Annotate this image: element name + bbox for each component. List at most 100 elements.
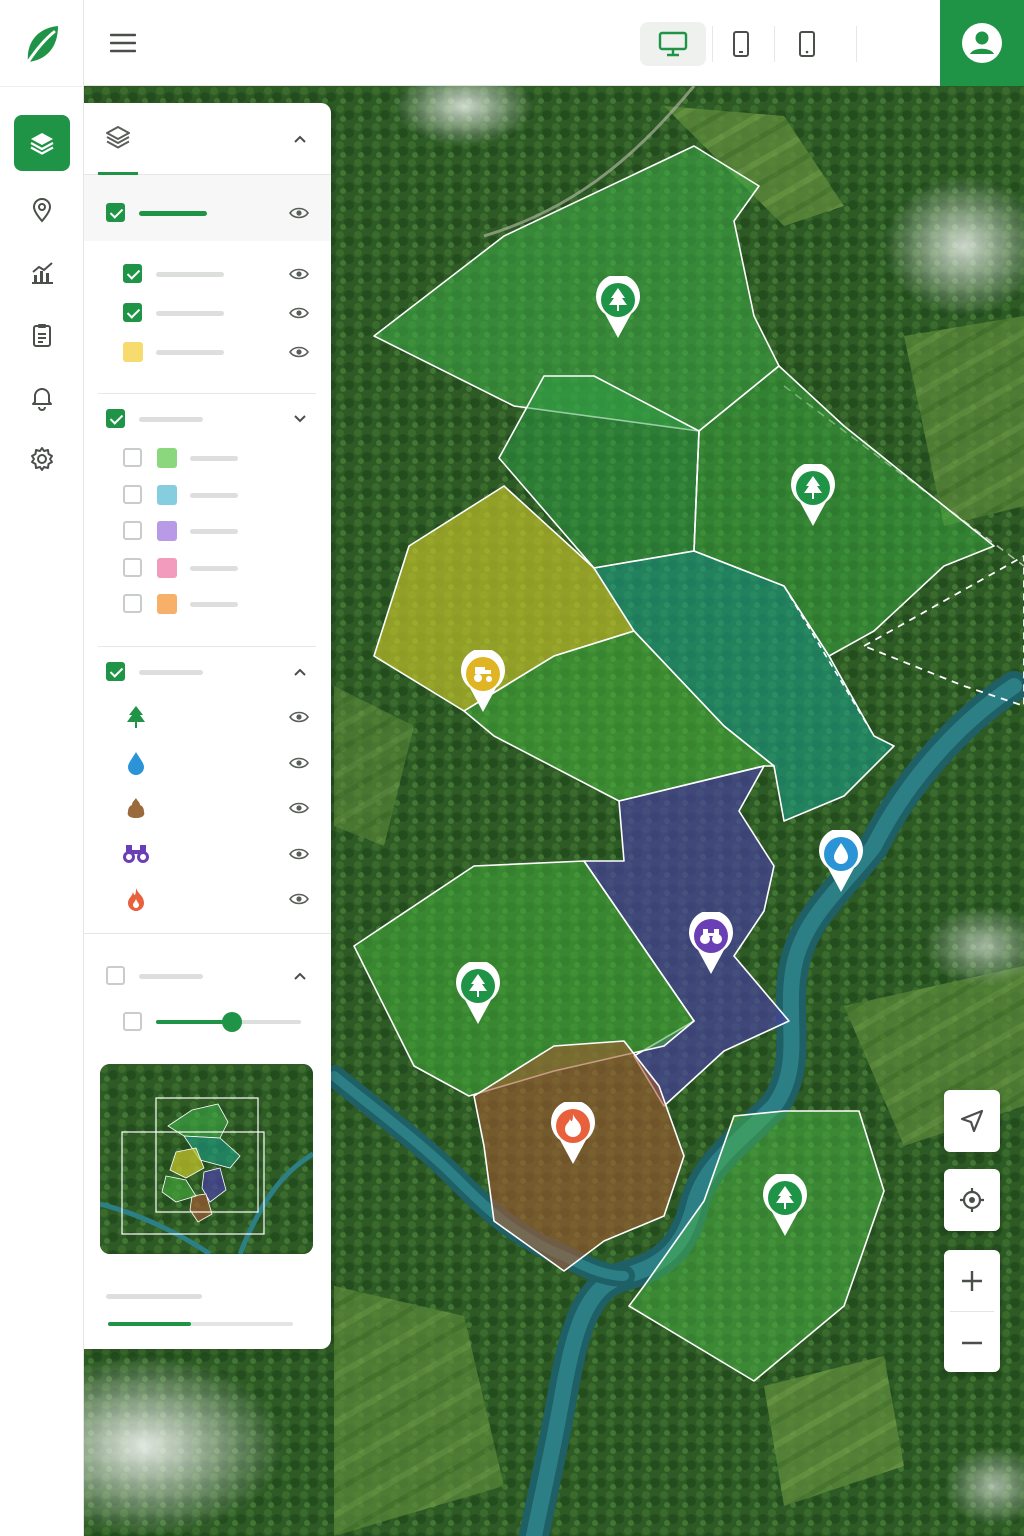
chevron-up-icon[interactable] [293,134,307,144]
fire-icon [128,888,144,911]
eye-icon[interactable] [289,710,309,724]
app-sidebar [0,0,84,1536]
layer-group-1[interactable] [84,195,331,231]
layer-item[interactable] [84,295,331,331]
gear-icon [31,447,53,471]
chevron-up-icon[interactable] [293,971,307,981]
menu-button[interactable] [106,26,140,60]
sidebar-item-reports[interactable] [14,307,70,363]
zoom-in-button[interactable] [944,1250,1000,1311]
top-bar [84,0,1024,86]
sidebar-item-locations[interactable] [14,182,70,238]
sidebar-item-settings[interactable] [14,431,70,487]
map-marker-tree[interactable] [593,276,643,340]
legend-item-checkbox[interactable] [123,594,142,613]
eye-icon[interactable] [289,801,309,815]
panel-divider [84,933,331,934]
map-marker-fire[interactable] [548,1102,598,1166]
clipboard-icon [33,324,51,347]
poi-layer-fire[interactable] [84,881,331,917]
analytics-chart-icon [32,262,53,284]
layers-icon [30,133,54,155]
zoom-out-button[interactable] [944,1312,1000,1373]
eye-icon[interactable] [289,267,309,281]
legend-item-checkbox[interactable] [123,521,142,540]
map-marker-tree[interactable] [760,1174,810,1238]
opacity-slider-thumb[interactable] [222,1012,242,1032]
map-marker-tree[interactable] [453,962,503,1026]
poi-layer-observation[interactable] [84,836,331,872]
tree-icon [127,706,145,728]
eye-icon[interactable] [289,345,309,359]
layer-group-1-checkbox[interactable] [106,203,125,222]
sidebar-item-alerts[interactable] [14,369,70,425]
tablet-view-button[interactable] [708,22,774,66]
mobile-view-button[interactable] [774,22,840,66]
eye-icon[interactable] [289,756,309,770]
legend-item[interactable] [84,440,331,476]
layer-item-label [156,311,224,316]
poi-layer-water[interactable] [84,745,331,781]
zoom-control [944,1250,1000,1372]
map-marker-observation[interactable] [686,912,736,976]
layer-group-2-checkbox[interactable] [106,409,125,428]
sidebar-item-layers[interactable] [14,115,70,171]
minimap-preview [100,1064,313,1254]
layer-group-2[interactable] [84,401,331,437]
desktop-icon [658,31,688,57]
layer-item[interactable] [84,334,331,370]
legend-item-checkbox[interactable] [123,485,142,504]
layer-group-4-checkbox[interactable] [106,966,125,985]
desktop-view-button[interactable] [640,22,706,66]
navigate-button[interactable] [944,1090,1000,1152]
layer-group-3-checkbox[interactable] [106,662,125,681]
poi-layer-tree[interactable] [84,699,331,735]
layer-item-checkbox[interactable] [123,303,142,322]
map-marker-tree[interactable] [788,464,838,528]
legend-swatch [157,485,177,505]
eye-icon[interactable] [289,892,309,906]
zoom-out-icon [962,1341,982,1344]
account-button[interactable] [940,0,1024,86]
legend-item[interactable] [84,586,331,622]
layer-item-label [156,350,224,355]
eye-icon[interactable] [289,206,309,220]
overview-minimap[interactable] [100,1064,313,1254]
mobile-icon [799,31,815,57]
chevron-up-icon[interactable] [293,667,307,677]
layer-panel-header [84,103,331,175]
tablet-icon [733,31,749,57]
device-separator [856,26,857,62]
legend-swatch [157,558,177,578]
progress-label [106,1294,202,1299]
layer-item-checkbox[interactable] [123,264,142,283]
layer-group-2-label [139,417,203,422]
legend-item[interactable] [84,513,331,549]
legend-item-label [190,602,238,607]
layer-group-3-label [139,670,203,675]
chevron-down-icon[interactable] [293,414,307,424]
layer-group-4[interactable] [84,958,331,994]
eye-icon[interactable] [289,847,309,861]
map-marker-water[interactable] [816,830,866,894]
progress-fill [108,1322,192,1326]
legend-item[interactable] [84,477,331,513]
layer-group-3[interactable] [84,654,331,690]
legend-item-label [190,566,238,571]
hamburger-menu-icon [110,33,136,53]
map-marker-agriculture[interactable] [458,650,508,714]
locate-button[interactable] [944,1169,1000,1231]
sidebar-divider [0,86,84,87]
leaf-icon[interactable] [22,22,62,66]
legend-swatch [157,448,177,468]
layer-group-1-label [139,211,207,216]
legend-item[interactable] [84,550,331,586]
legend-item-checkbox[interactable] [123,448,142,467]
legend-item-checkbox[interactable] [123,558,142,577]
navigate-arrow-icon [960,1109,984,1133]
opacity-checkbox[interactable] [123,1012,142,1031]
eye-icon[interactable] [289,306,309,320]
poi-layer-soil[interactable] [84,790,331,826]
layer-item[interactable] [84,256,331,292]
sidebar-item-analytics[interactable] [14,245,70,301]
